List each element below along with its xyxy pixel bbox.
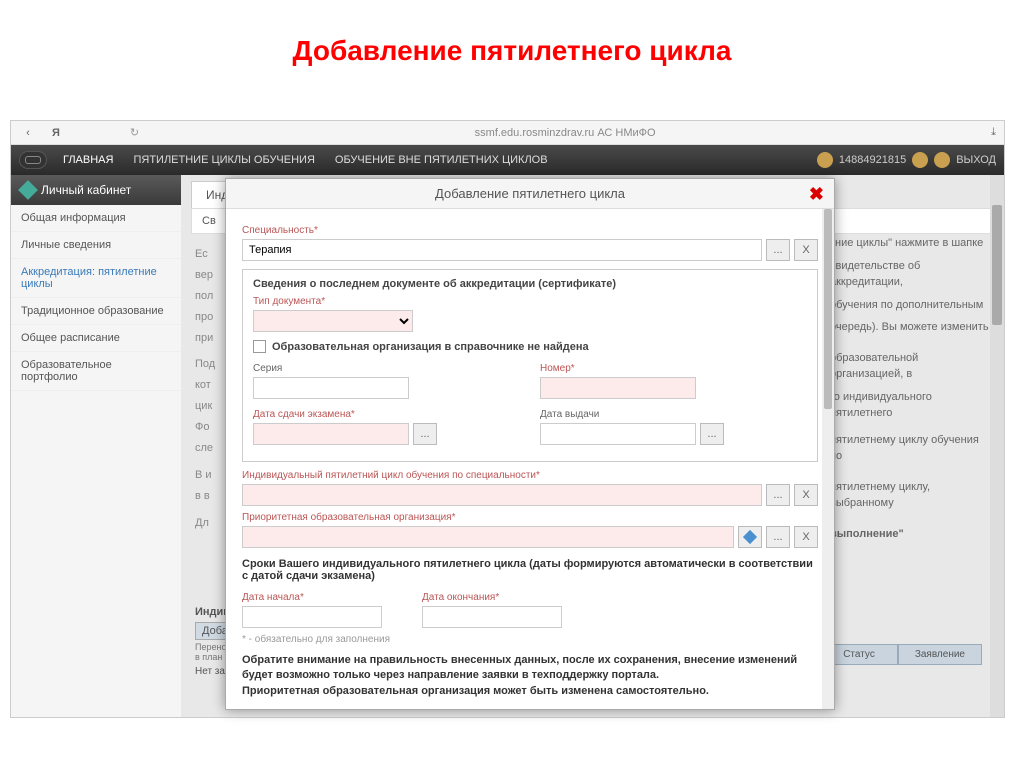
- logout-link[interactable]: ВЫХОД: [956, 154, 996, 166]
- prior-org-action-button[interactable]: [738, 526, 762, 548]
- search-icon[interactable]: [912, 152, 928, 168]
- start-date-label: Дата начала*: [242, 592, 402, 603]
- download-icon[interactable]: ⤓: [991, 126, 996, 139]
- sidebar-header: Личный кабинет: [11, 175, 181, 205]
- sidebar: Личный кабинет Общая информация Личные с…: [11, 175, 181, 717]
- sidebar-item-portfolio[interactable]: Образовательное портфолио: [11, 352, 181, 391]
- sidebar-item-schedule[interactable]: Общее расписание: [11, 325, 181, 352]
- specialty-input[interactable]: [242, 239, 762, 261]
- refresh-icon[interactable]: ↻: [130, 126, 139, 139]
- issue-date-label: Дата выдачи: [540, 409, 807, 420]
- prior-org-label: Приоритетная образовательная организация…: [242, 512, 818, 523]
- issue-date-picker-button[interactable]: ...: [700, 423, 724, 445]
- content-subheader: Св: [202, 215, 216, 227]
- exam-date-picker-button[interactable]: ...: [413, 423, 437, 445]
- start-date-input[interactable]: [242, 606, 382, 628]
- th-zayav: Заявление: [898, 644, 982, 665]
- prior-org-clear-button[interactable]: X: [794, 526, 818, 548]
- cycle-spec-input[interactable]: [242, 484, 762, 506]
- sidebar-item-personal[interactable]: Личные сведения: [11, 232, 181, 259]
- right-text-fragments: тние циклы" нажмите в шапке свидетельств…: [830, 235, 990, 548]
- org-not-found-label: Образовательная организация в справочник…: [272, 341, 589, 353]
- cabinet-icon: [18, 180, 38, 200]
- add-cycle-modal: Добавление пятилетнего цикла ✖ Специальн…: [225, 178, 835, 710]
- certificate-legend: Сведения о последнем документе об аккред…: [253, 278, 807, 290]
- series-label: Серия: [253, 363, 520, 374]
- number-label: Номер*: [540, 363, 807, 374]
- nav-main[interactable]: ГЛАВНАЯ: [53, 154, 123, 166]
- cycle-spec-label: Индивидуальный пятилетний цикл обучения …: [242, 470, 818, 481]
- prior-org-lookup-button[interactable]: ...: [766, 526, 790, 548]
- certificate-fieldset: Сведения о последнем документе об аккред…: [242, 269, 818, 462]
- browser-address-bar: ‹ Я ↻ ssmf.edu.rosminzdrav.ru АС НМиФО ⤓: [11, 121, 1004, 145]
- sidebar-item-general[interactable]: Общая информация: [11, 205, 181, 232]
- doctype-select[interactable]: [253, 310, 413, 332]
- exam-date-input[interactable]: [253, 423, 409, 445]
- nav-outside[interactable]: ОБУЧЕНИЕ ВНЕ ПЯТИЛЕТНИХ ЦИКЛОВ: [325, 154, 558, 166]
- issue-date-input[interactable]: [540, 423, 696, 445]
- exam-date-label: Дата сдачи экзамена*: [253, 409, 520, 420]
- modal-title: Добавление пятилетнего цикла: [435, 186, 625, 201]
- org-not-found-checkbox[interactable]: [253, 340, 266, 353]
- specialty-label: Специальность*: [242, 225, 818, 236]
- user-icon: [817, 152, 833, 168]
- close-icon[interactable]: ✖: [809, 184, 824, 205]
- sidebar-item-traditional[interactable]: Традиционное образование: [11, 298, 181, 325]
- back-icon[interactable]: ‹: [19, 127, 37, 139]
- sidebar-item-accreditation[interactable]: Аккредитация: пятилетние циклы: [11, 259, 181, 298]
- url-text: ssmf.edu.rosminzdrav.ru АС НМиФО: [139, 127, 991, 139]
- end-date-input[interactable]: [422, 606, 562, 628]
- diamond-icon: [743, 530, 757, 544]
- app-logo-icon: [19, 151, 47, 169]
- cycle-spec-clear-button[interactable]: X: [794, 484, 818, 506]
- modal-title-bar: Добавление пятилетнего цикла ✖: [226, 179, 834, 209]
- warning-text: Обратите внимание на правильность внесен…: [242, 653, 818, 699]
- cycle-spec-lookup-button[interactable]: ...: [766, 484, 790, 506]
- specialty-clear-button[interactable]: X: [794, 239, 818, 261]
- series-input[interactable]: [253, 377, 409, 399]
- number-input[interactable]: [540, 377, 696, 399]
- user-id: 14884921815: [839, 154, 906, 166]
- prior-org-input[interactable]: [242, 526, 734, 548]
- nav-cycles[interactable]: ПЯТИЛЕТНИЕ ЦИКЛЫ ОБУЧЕНИЯ: [123, 154, 324, 166]
- required-footnote: * - обязательно для заполнения: [242, 634, 818, 645]
- modal-body: Специальность* ... X Сведения о последне…: [226, 209, 834, 709]
- yandex-logo: Я: [52, 127, 60, 139]
- specialty-lookup-button[interactable]: ...: [766, 239, 790, 261]
- dates-section-title: Сроки Вашего индивидуального пятилетнего…: [242, 558, 818, 582]
- scrollbar-vertical[interactable]: [990, 175, 1004, 717]
- modal-scrollbar[interactable]: [822, 209, 834, 709]
- slide-title: Добавление пятилетнего цикла: [0, 0, 1024, 87]
- doctype-label: Тип документа*: [253, 296, 807, 307]
- end-date-label: Дата окончания*: [422, 592, 582, 603]
- sidebar-title: Личный кабинет: [41, 183, 131, 197]
- zoom-icon[interactable]: [934, 152, 950, 168]
- top-nav: ГЛАВНАЯ ПЯТИЛЕТНИЕ ЦИКЛЫ ОБУЧЕНИЯ ОБУЧЕН…: [11, 145, 1004, 175]
